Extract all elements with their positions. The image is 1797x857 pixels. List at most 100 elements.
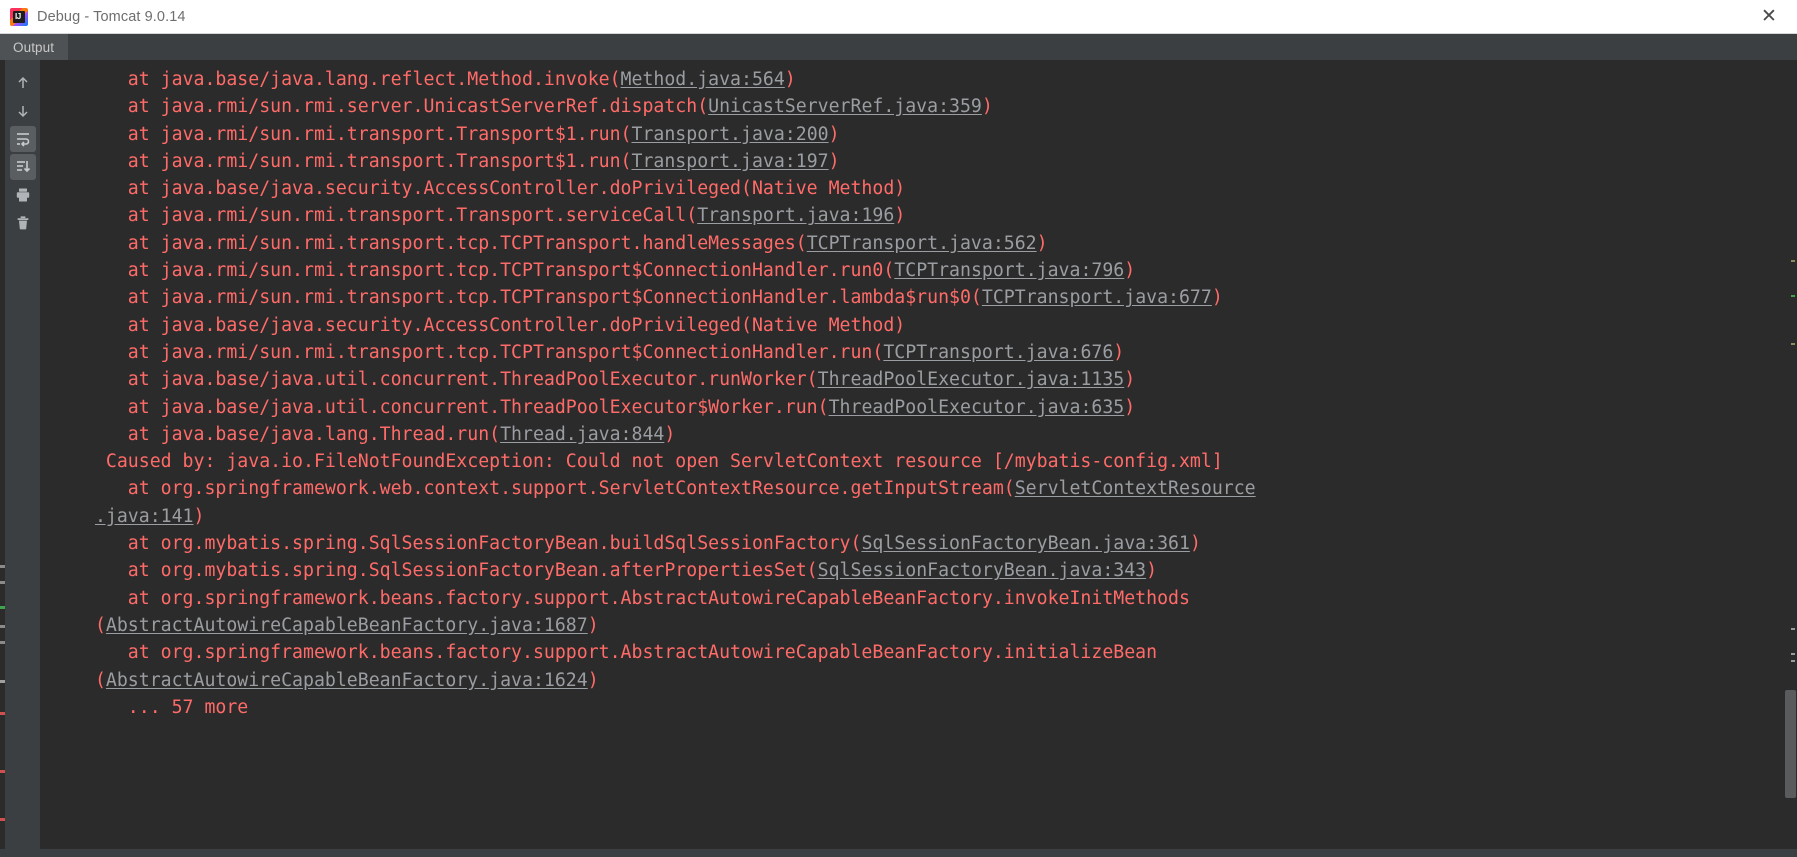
error-stripe-marker[interactable] [0, 625, 5, 628]
vertical-scrollbar-thumb[interactable] [1785, 690, 1796, 798]
source-link[interactable]: SqlSessionFactoryBean.java:343 [818, 560, 1147, 581]
source-link[interactable]: TCPTransport.java:677 [982, 287, 1212, 308]
stack-trace-text-segment: at java.base/java.lang.reflect.Method.in… [84, 69, 621, 90]
stack-trace-line: at java.rmi/sun.rmi.server.UnicastServer… [84, 93, 1783, 120]
error-stripe-marker[interactable] [1791, 660, 1795, 662]
source-link[interactable]: UnicastServerRef.java:359 [708, 96, 982, 117]
source-link[interactable]: TCPTransport.java:562 [807, 233, 1037, 254]
stack-trace-text-segment: at java.base/java.security.AccessControl… [84, 314, 906, 336]
stack-trace-line: at org.mybatis.spring.SqlSessionFactoryB… [84, 557, 1783, 584]
stack-trace-text-segment: at java.base/java.util.concurrent.Thread… [84, 369, 818, 391]
stack-trace-line: at java.base/java.security.AccessControl… [84, 312, 1783, 339]
stack-trace-line: at org.springframework.beans.factory.sup… [84, 585, 1783, 612]
error-stripe-marker[interactable] [1791, 628, 1795, 630]
stack-trace-line: at java.rmi/sun.rmi.transport.Transport.… [84, 202, 1783, 229]
stack-trace-text-segment: ) [981, 96, 993, 118]
source-link[interactable]: TCPTransport.java:676 [883, 342, 1113, 363]
source-link[interactable]: .java:141 [95, 506, 194, 527]
stack-trace-line: (AbstractAutowireCapableBeanFactory.java… [84, 612, 1783, 639]
stack-trace-line: at java.rmi/sun.rmi.transport.Transport$… [84, 148, 1783, 175]
stack-trace-text: at java.base/java.lang.reflect.Method.in… [40, 66, 1783, 721]
stack-trace-text-segment: ) [828, 150, 840, 172]
stack-trace-line: at java.base/java.lang.Thread.run(Thread… [84, 421, 1783, 448]
error-stripe-marker[interactable] [0, 581, 5, 584]
left-error-stripe[interactable] [0, 60, 5, 857]
stack-trace-line: at java.base/java.util.concurrent.Thread… [84, 366, 1783, 393]
error-stripe-marker[interactable] [0, 770, 5, 773]
soft-wrap-icon[interactable] [9, 126, 36, 152]
error-stripe-marker[interactable] [1791, 295, 1795, 297]
stack-trace-line: at java.rmi/sun.rmi.transport.tcp.TCPTra… [84, 339, 1783, 366]
stack-trace-text-segment: ) [1211, 287, 1223, 309]
stack-trace-text-segment: ) [894, 205, 906, 227]
stack-trace-text-segment: ... 57 more [84, 696, 249, 718]
source-link[interactable]: Thread.java:844 [500, 424, 664, 445]
stack-trace-text-segment: ) [664, 423, 676, 445]
source-link[interactable]: Transport.java:200 [632, 124, 829, 145]
error-stripe-marker[interactable] [1791, 653, 1795, 655]
source-link[interactable]: AbstractAutowireCapableBeanFactory.java:… [106, 670, 588, 691]
stack-trace-text-segment: ) [1036, 232, 1048, 254]
tab-output[interactable]: Output [0, 34, 69, 60]
stack-trace-text-segment: at java.rmi/sun.rmi.transport.Transport.… [84, 205, 698, 227]
close-icon[interactable]: ✕ [1747, 0, 1791, 33]
error-stripe-marker[interactable] [0, 565, 5, 568]
stack-trace-line: .java:141) [84, 503, 1783, 530]
stack-trace-line: at java.base/java.util.concurrent.Thread… [84, 394, 1783, 421]
stack-trace-text-segment: at java.rmi/sun.rmi.server.UnicastServer… [84, 96, 709, 118]
source-link[interactable]: Transport.java:197 [632, 151, 829, 172]
console-toolbar [5, 60, 40, 857]
error-stripe-marker[interactable] [1791, 343, 1795, 345]
up-arrow-icon[interactable] [10, 70, 36, 96]
tab-strip: Output [0, 34, 1797, 60]
stack-trace-line: ... 57 more [84, 694, 1783, 721]
stack-trace-line: at java.rmi/sun.rmi.transport.tcp.TCPTra… [84, 257, 1783, 284]
error-stripe-marker[interactable] [0, 680, 5, 683]
source-link[interactable]: ThreadPoolExecutor.java:635 [829, 397, 1125, 418]
stack-trace-text-segment: ) [1146, 560, 1158, 582]
stack-trace-text-segment [84, 506, 95, 527]
window-title-bar: IJ Debug - Tomcat 9.0.14 ✕ [0, 0, 1797, 34]
source-link[interactable]: ServletContextResource [1015, 478, 1256, 499]
error-stripe-marker[interactable] [0, 606, 5, 609]
error-stripe-marker[interactable] [0, 712, 5, 715]
error-stripe-marker[interactable] [0, 641, 5, 644]
source-link[interactable]: TCPTransport.java:796 [894, 260, 1124, 281]
source-link[interactable]: Method.java:564 [621, 69, 785, 90]
source-link[interactable]: Transport.java:196 [697, 205, 894, 226]
error-stripe-marker[interactable] [1791, 260, 1795, 262]
print-icon[interactable] [10, 182, 36, 208]
stack-trace-text-segment: ( [84, 669, 106, 691]
stack-trace-text-segment: at org.springframework.beans.factory.sup… [84, 587, 1190, 609]
stack-trace-text-segment: at org.springframework.beans.factory.sup… [84, 642, 1158, 664]
stack-trace-text-segment: ) [193, 505, 205, 527]
down-arrow-icon[interactable] [10, 98, 36, 124]
stack-trace-text-segment: at org.springframework.web.context.suppo… [84, 478, 1015, 500]
stack-trace-line: at org.springframework.beans.factory.sup… [84, 639, 1783, 666]
stack-trace-text-segment: at java.rmi/sun.rmi.transport.Transport$… [84, 123, 632, 145]
source-link[interactable]: AbstractAutowireCapableBeanFactory.java:… [106, 615, 588, 636]
stack-trace-text-segment: at java.base/java.security.AccessControl… [84, 178, 906, 200]
stack-trace-line: at org.springframework.web.context.suppo… [84, 475, 1783, 502]
console-output-area[interactable]: at java.base/java.lang.reflect.Method.in… [40, 60, 1783, 857]
stack-trace-line: at java.base/java.lang.reflect.Method.in… [84, 66, 1783, 93]
stack-trace-text-segment: at java.rmi/sun.rmi.transport.tcp.TCPTra… [84, 232, 807, 254]
stack-trace-text-segment: ( [84, 614, 106, 636]
source-link[interactable]: SqlSessionFactoryBean.java:361 [861, 533, 1190, 554]
stack-trace-line: at java.base/java.security.AccessControl… [84, 175, 1783, 202]
stack-trace-text-segment: Caused by: java.io.FileNotFoundException… [84, 451, 1223, 473]
stack-trace-text-segment: at java.base/java.util.concurrent.Thread… [84, 396, 829, 418]
stack-trace-line: at java.rmi/sun.rmi.transport.tcp.TCPTra… [84, 230, 1783, 257]
stack-trace-text-segment: at org.mybatis.spring.SqlSessionFactoryB… [84, 560, 818, 582]
stack-trace-text-segment: ) [587, 669, 599, 691]
source-link[interactable]: ThreadPoolExecutor.java:1135 [818, 369, 1125, 390]
stack-trace-text-segment: at java.rmi/sun.rmi.transport.tcp.TCPTra… [84, 341, 884, 363]
stack-trace-line: at java.rmi/sun.rmi.transport.Transport$… [84, 121, 1783, 148]
stack-trace-text-segment: ) [1124, 369, 1136, 391]
error-stripe-marker[interactable] [0, 818, 5, 821]
right-error-stripe-scrollbar[interactable] [1783, 60, 1797, 857]
trash-icon[interactable] [10, 210, 36, 236]
scroll-to-end-icon[interactable] [9, 154, 36, 180]
stack-trace-line: at java.rmi/sun.rmi.transport.tcp.TCPTra… [84, 284, 1783, 311]
stack-trace-text-segment: ) [1124, 260, 1136, 282]
